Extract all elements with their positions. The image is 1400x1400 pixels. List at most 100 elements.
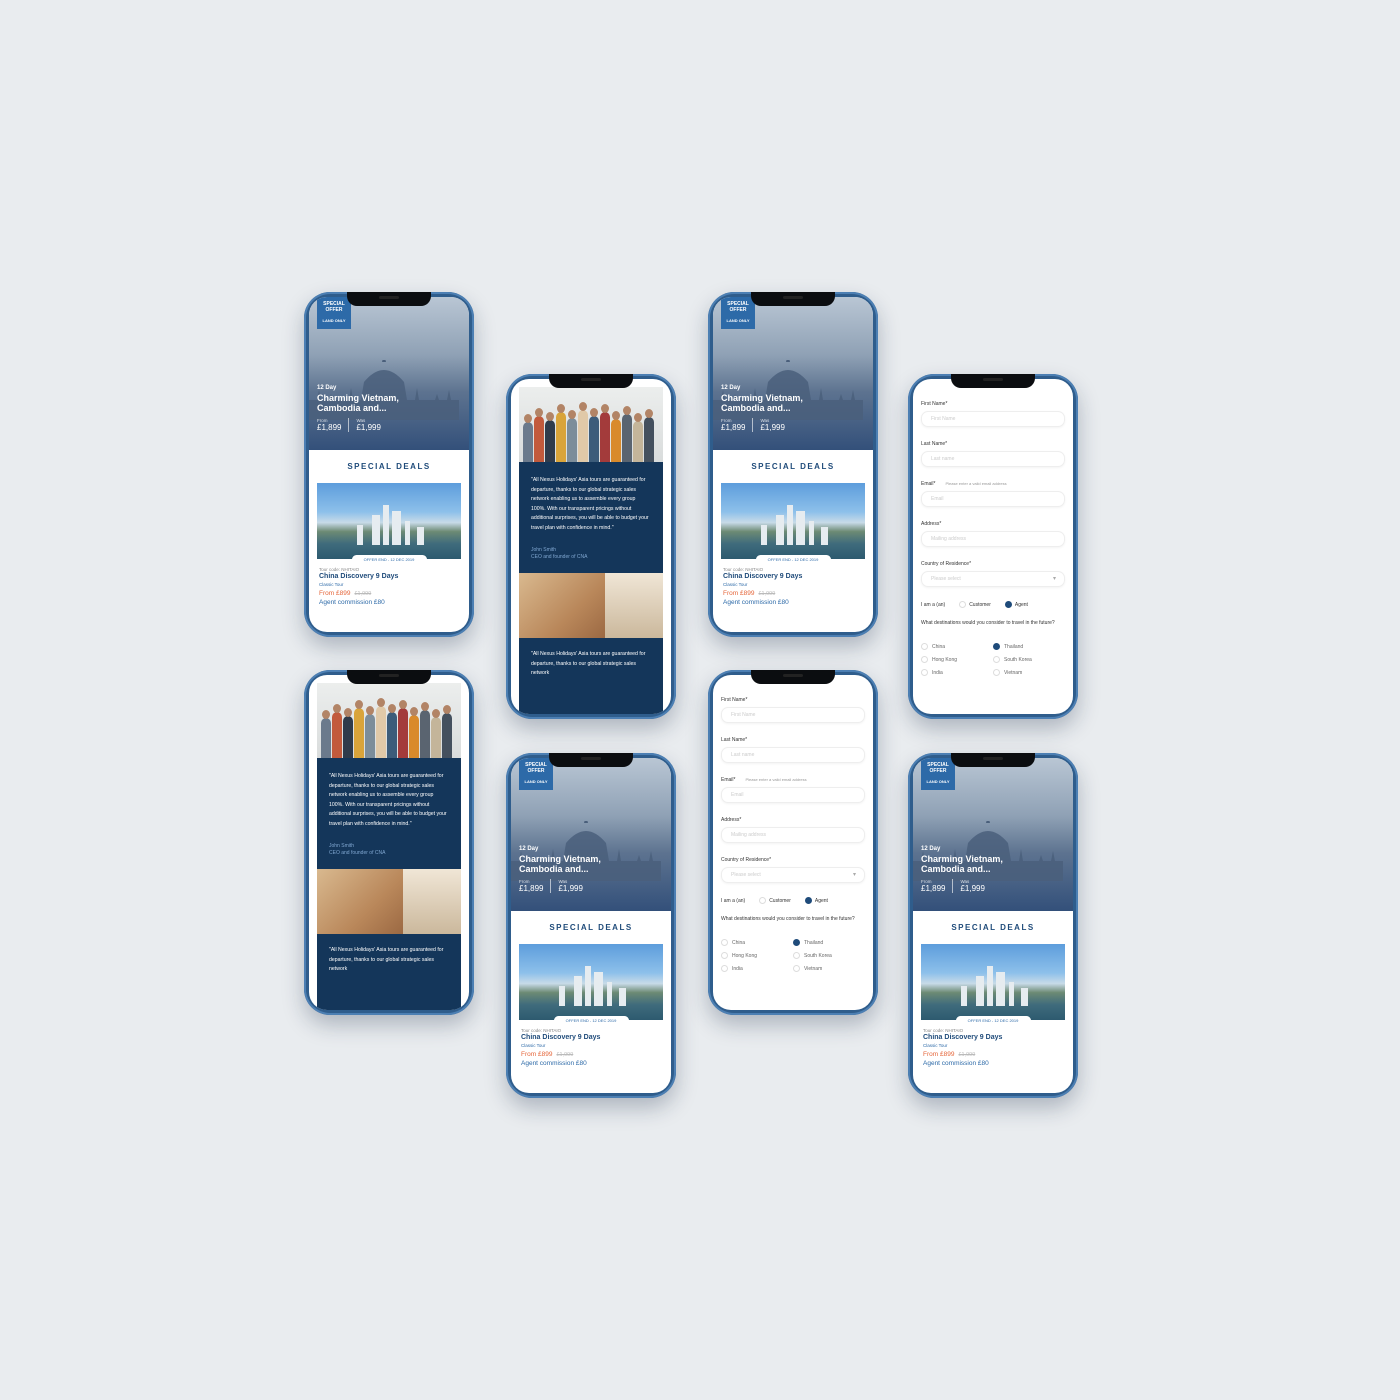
from-price: £1,899	[317, 423, 342, 432]
was-label: Was	[760, 418, 770, 423]
customer-radio[interactable]	[959, 601, 967, 608]
tour-type: Classic Tour	[319, 582, 344, 587]
author-role: CEO and founder of CNA	[531, 554, 588, 560]
hero-banner[interactable]: SPECIAL OFFER LAND ONLY 12 Day Charming …	[309, 297, 469, 450]
testimonial-author: John Smith CEO and founder of CNA	[329, 843, 449, 857]
tour-name-link[interactable]: China Discovery 9 Days	[521, 1034, 661, 1041]
destination-option[interactable]: Hong Kong	[921, 656, 993, 663]
ribbon-line-2: OFFER	[527, 768, 545, 774]
offer-end-badge: OFFER END - 12 DEC 2019	[955, 1016, 1031, 1025]
destination-option[interactable]: Hong Kong	[721, 952, 793, 959]
customer-radio[interactable]	[759, 897, 767, 904]
testimonial-card-2: "All Nexus Holidays' Asia tours are guar…	[519, 638, 663, 714]
address-input[interactable]: Mailing address	[721, 827, 865, 843]
destination-radio[interactable]	[921, 643, 928, 650]
destination-radio[interactable]	[921, 656, 928, 663]
from-price: £1,899	[921, 884, 946, 893]
tour-name-link[interactable]: China Discovery 9 Days	[923, 1034, 1063, 1041]
testimonial-card: "All Nexus Holidays' Asia tours are guar…	[519, 462, 663, 573]
deal-image[interactable]	[921, 944, 1065, 1020]
destination-option[interactable]: South Korea	[993, 656, 1065, 663]
tour-code: Tour code: NHITAIO	[521, 1028, 562, 1033]
tour-duration: 12 Day	[921, 846, 941, 852]
was-price: £1,999	[558, 884, 583, 893]
phone-mockup-deals-3: SPECIAL OFFER LAND ONLY 12 Day Charming …	[506, 753, 676, 1098]
agent-radio[interactable]	[1004, 601, 1012, 608]
deal-image[interactable]	[519, 944, 663, 1020]
special-deals-heading: SPECIAL DEALS	[751, 462, 835, 471]
phone-mockup-testimonial-2: "All Nexus Holidays' Asia tours are guar…	[304, 670, 474, 1015]
first-name-input[interactable]: First Name	[721, 707, 865, 723]
address-label: Address*	[721, 817, 742, 823]
deal-image[interactable]	[317, 483, 461, 559]
destination-radio[interactable]	[721, 939, 728, 946]
address-input[interactable]: Mailing address	[921, 531, 1065, 547]
destinations-question: What destinations would you consider to …	[721, 916, 855, 922]
enquiry-form: First Name* First Name Last Name* Last n…	[713, 675, 873, 972]
hero-title: Charming Vietnam, Cambodia and...	[317, 393, 399, 413]
destination-option[interactable]: Thailand	[993, 643, 1065, 650]
last-name-input[interactable]: Last name	[921, 451, 1065, 467]
destination-radio[interactable]	[793, 939, 800, 946]
was-price: £1,999	[760, 423, 785, 432]
destination-radio[interactable]	[993, 643, 1000, 650]
tour-duration: 12 Day	[519, 846, 539, 852]
enquiry-form: First Name* First Name Last Name* Last n…	[913, 379, 1073, 676]
first-name-input[interactable]: First Name	[921, 411, 1065, 427]
last-name-label: Last Name*	[721, 737, 748, 743]
destination-radio[interactable]	[793, 952, 800, 959]
destinations-question: What destinations would you consider to …	[921, 620, 1055, 626]
hero-banner[interactable]: SPECIAL OFFER LAND ONLY 12 Day Charming …	[913, 758, 1073, 911]
hero-banner[interactable]: SPECIAL OFFER LAND ONLY 12 Day Charming …	[511, 758, 671, 911]
destination-option[interactable]: China	[921, 643, 993, 650]
hero-banner[interactable]: SPECIAL OFFER LAND ONLY 12 Day Charming …	[713, 297, 873, 450]
from-label: From	[721, 418, 732, 423]
deal-image[interactable]	[721, 483, 865, 559]
author-name: John Smith	[531, 547, 557, 553]
destination-radio[interactable]	[993, 656, 1000, 663]
destination-radio[interactable]	[721, 952, 728, 959]
author-name: John Smith	[329, 843, 355, 849]
hero-title: Charming Vietnam, Cambodia and...	[519, 854, 601, 874]
special-offer-ribbon: SPECIAL OFFER LAND ONLY	[317, 297, 351, 329]
destination-option[interactable]: India	[721, 965, 793, 972]
destination-radio[interactable]	[793, 965, 800, 972]
tour-type: Classic Tour	[723, 582, 748, 587]
email-hint: Please enter a valid email address	[945, 481, 1007, 486]
email-input[interactable]: Email	[721, 787, 865, 803]
country-select[interactable]: Please select	[921, 571, 1065, 587]
last-name-input[interactable]: Last name	[721, 747, 865, 763]
email-input[interactable]: Email	[921, 491, 1065, 507]
price-from: From £899	[723, 590, 755, 597]
testimonial-quote-2: "All Nexus Holidays' Asia tours are guar…	[329, 947, 444, 972]
testimonial-card: "All Nexus Holidays' Asia tours are guar…	[317, 758, 461, 869]
destination-radio[interactable]	[721, 965, 728, 972]
agent-commission: Agent commission £80	[319, 599, 385, 606]
destination-option[interactable]: Thailand	[793, 939, 865, 946]
special-deals-heading: SPECIAL DEALS	[347, 462, 431, 471]
destination-radio[interactable]	[993, 669, 1000, 676]
tour-type: Classic Tour	[923, 1043, 948, 1048]
agent-radio[interactable]	[804, 897, 812, 904]
tour-name-link[interactable]: China Discovery 9 Days	[723, 573, 863, 580]
travel-photo	[519, 573, 663, 638]
from-label: From	[317, 418, 328, 423]
price-was: £1,999	[958, 1052, 976, 1058]
destination-option[interactable]: Vietnam	[793, 965, 865, 972]
destination-option[interactable]: Vietnam	[993, 669, 1065, 676]
tour-code: Tour code: NHITAIO	[723, 567, 764, 572]
iam-label: I am a (an)	[721, 897, 746, 904]
destination-option[interactable]: China	[721, 939, 793, 946]
ribbon-line-2: OFFER	[325, 307, 343, 313]
country-select[interactable]: Please select	[721, 867, 865, 883]
tour-name-link[interactable]: China Discovery 9 Days	[319, 573, 459, 580]
last-name-label: Last Name*	[921, 441, 948, 447]
destination-option[interactable]: South Korea	[793, 952, 865, 959]
email-label-row: Email* Please enter a valid email address	[721, 777, 865, 783]
destination-radio[interactable]	[921, 669, 928, 676]
email-label-row: Email* Please enter a valid email address	[921, 481, 1065, 487]
destination-option[interactable]: India	[921, 669, 993, 676]
phone-screen: First Name* First Name Last Name* Last n…	[913, 379, 1073, 714]
phone-mockup-form-1: First Name* First Name Last Name* Last n…	[908, 374, 1078, 719]
deal-price: From £899 £1,999	[723, 590, 863, 597]
